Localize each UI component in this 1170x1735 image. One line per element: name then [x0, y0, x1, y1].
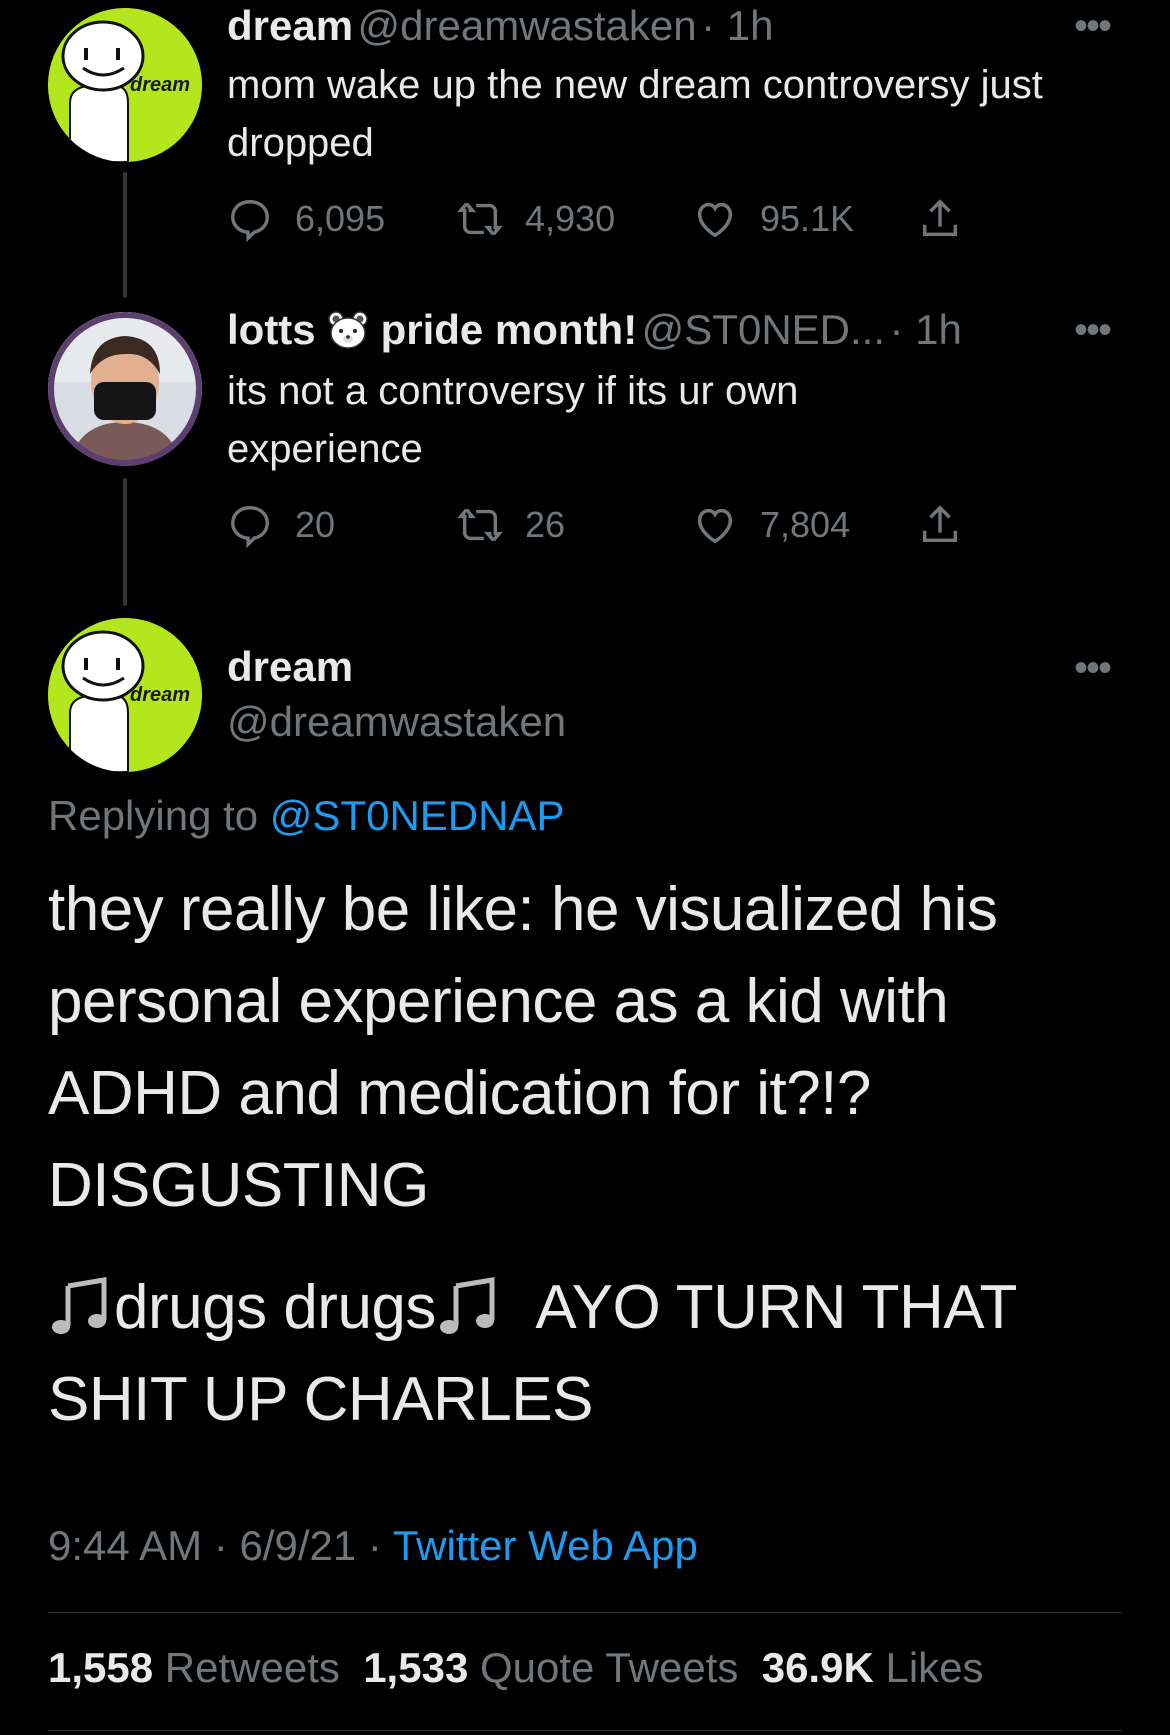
replying-prefix: Replying to: [48, 792, 259, 839]
likes-label: Likes: [885, 1644, 984, 1691]
divider: [48, 1730, 1122, 1731]
retweet-count: 4,930: [525, 198, 616, 239]
replying-to: Replying to @ST0NEDNAP: [48, 792, 565, 840]
display-name[interactable]: lotts: [227, 306, 316, 353]
retweets-stat[interactable]: 1,558 Retweets: [48, 1644, 340, 1691]
tweet-text: its not a controversy if its ur own expe…: [227, 369, 799, 471]
retweet-count: 26: [525, 504, 566, 545]
avatar[interactable]: [48, 312, 202, 466]
text-line: AYO TURN THAT: [535, 1273, 1017, 1342]
text-line: ADHD and medication for it?!?: [48, 1059, 871, 1128]
text-line: drugs drugs: [114, 1273, 436, 1342]
tweet-date[interactable]: 6/9/21: [239, 1522, 356, 1569]
reply-button[interactable]: 20: [227, 502, 335, 548]
text-line: DISGUSTING: [48, 1151, 429, 1220]
display-name[interactable]: dream: [227, 2, 353, 49]
reply-count: 20: [295, 504, 336, 545]
reply-count: 6,095: [295, 198, 386, 239]
avatar[interactable]: dream: [48, 8, 202, 162]
music-note-icon: [436, 1272, 502, 1334]
quote-tweets-label: Quote Tweets: [479, 1644, 739, 1691]
bear-emoji-icon: [326, 310, 370, 350]
engagement-stats: 1,558 Retweets 1,533 Quote Tweets 36.9K …: [48, 1644, 984, 1692]
thread-line: [123, 172, 127, 298]
retweet-button[interactable]: 26: [457, 502, 565, 548]
more-options-icon[interactable]: •••: [1074, 646, 1112, 691]
timestamp[interactable]: · 1h: [701, 2, 773, 49]
text-line: SHIT UP CHARLES: [48, 1365, 593, 1434]
main-tweet-text: they really be like: he visualized his p…: [48, 864, 1128, 1232]
share-button[interactable]: [917, 502, 985, 548]
reply-button[interactable]: 6,095: [227, 196, 385, 242]
like-button[interactable]: 7,804: [692, 502, 850, 548]
avatar[interactable]: dream: [48, 618, 202, 772]
like-count: 7,804: [760, 504, 851, 545]
avatar-label: dream: [130, 684, 191, 706]
profile-photo-icon: [48, 312, 202, 466]
avatar-label: dream: [130, 74, 191, 96]
display-name[interactable]: dream: [227, 643, 353, 691]
share-icon: [922, 199, 958, 237]
tweet-actions: 20 26 7,804: [227, 502, 1007, 552]
share-icon: [922, 505, 958, 543]
music-note-icon: [48, 1272, 114, 1334]
like-button[interactable]: 95.1K: [692, 196, 854, 242]
quote-tweets-stat[interactable]: 1,533 Quote Tweets: [363, 1644, 738, 1691]
tweet-meta: 9:44 AM · 6/9/21 · Twitter Web App: [48, 1522, 698, 1570]
separator: ·: [367, 1522, 382, 1569]
likes-stat[interactable]: 36.9K Likes: [762, 1644, 984, 1691]
retweet-icon: [457, 508, 503, 542]
timestamp[interactable]: · 1h: [889, 306, 961, 353]
handle[interactable]: @ST0NED...: [642, 306, 885, 353]
separator: ·: [213, 1522, 228, 1569]
tweet-time[interactable]: 9:44 AM: [48, 1522, 202, 1569]
tweet-text: mom wake up the new dream controversy ju…: [227, 63, 1043, 165]
tweet-header: lotts pride month! @ST0NED... · 1h: [227, 306, 1067, 354]
divider: [48, 1612, 1122, 1613]
quote-tweets-count: 1,533: [363, 1644, 469, 1691]
handle[interactable]: @dreamwastaken: [227, 698, 566, 746]
handle[interactable]: @dreamwastaken: [358, 2, 697, 49]
share-button[interactable]: [917, 196, 985, 242]
heart-icon: [697, 202, 733, 238]
reply-icon: [231, 506, 269, 548]
reply-icon: [231, 200, 269, 242]
thread-line: [123, 478, 127, 606]
likes-count: 36.9K: [761, 1644, 874, 1691]
retweet-button[interactable]: 4,930: [457, 196, 615, 242]
tweet-source[interactable]: Twitter Web App: [393, 1522, 698, 1569]
tweet-actions: 6,095 4,930 95.1K: [227, 196, 1007, 246]
more-options-icon[interactable]: •••: [1074, 4, 1112, 49]
tweet-header: dream @dreamwastaken · 1h: [227, 2, 1107, 50]
replying-to-handle[interactable]: @ST0NEDNAP: [270, 792, 565, 839]
text-line: personal experience as a kid with: [48, 967, 949, 1036]
retweet-icon: [457, 202, 503, 236]
more-options-icon[interactable]: •••: [1074, 308, 1112, 353]
main-tweet-text-continued: drugs drugs AYO TURN THAT SHIT UP CHARLE…: [48, 1262, 1128, 1446]
display-name-suffix[interactable]: pride month!: [381, 306, 638, 353]
retweets-count: 1,558: [48, 1644, 154, 1691]
text-line: they really be like: he visualized his: [48, 875, 998, 944]
like-count: 95.1K: [760, 198, 855, 239]
retweets-label: Retweets: [164, 1644, 340, 1691]
heart-icon: [697, 508, 733, 544]
